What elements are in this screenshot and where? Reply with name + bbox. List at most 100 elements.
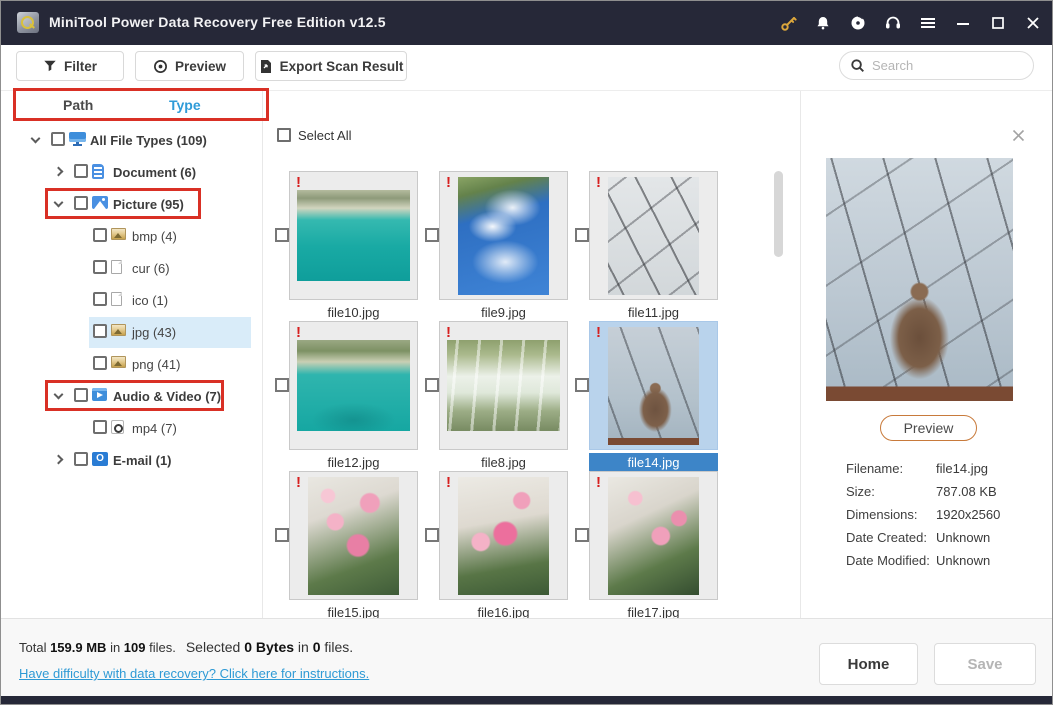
checkbox[interactable] xyxy=(275,228,289,242)
checkbox[interactable] xyxy=(275,528,289,542)
home-button[interactable]: Home xyxy=(819,643,918,685)
summary-selected-count: 0 xyxy=(313,639,321,655)
checkbox[interactable] xyxy=(74,388,88,402)
tree-item-label: cur (6) xyxy=(132,261,170,276)
checkbox[interactable] xyxy=(93,292,107,306)
summary-total-count: 109 xyxy=(124,640,146,655)
panel-close-icon[interactable] xyxy=(1012,129,1026,143)
tree-item-mp4[interactable]: mp4 (7) xyxy=(1,412,262,444)
thumbnail[interactable] xyxy=(447,340,560,431)
checkbox[interactable] xyxy=(425,228,439,242)
chevron-down-icon[interactable] xyxy=(54,390,64,400)
tree-item-all-file-types[interactable]: All File Types (109) xyxy=(1,124,262,156)
chevron-right-icon[interactable] xyxy=(54,167,64,177)
tree-item-label: Audio & Video (7) xyxy=(113,389,221,404)
funnel-icon xyxy=(43,59,57,73)
thumbnail[interactable] xyxy=(297,190,410,281)
close-icon[interactable] xyxy=(1024,14,1042,32)
maximize-icon[interactable] xyxy=(989,14,1007,32)
chevron-down-icon[interactable] xyxy=(54,198,64,208)
thumbnail[interactable] xyxy=(458,477,549,595)
tree-item-audio-video[interactable]: Audio & Video (7) xyxy=(1,380,262,412)
thumbnail[interactable] xyxy=(608,327,699,445)
tree-item-jpg[interactable]: jpg (43) xyxy=(1,316,262,348)
checkbox[interactable] xyxy=(74,452,88,466)
summary-selected-size: 0 Bytes xyxy=(244,639,294,655)
file-card[interactable]: ! file16.jpg xyxy=(439,471,568,618)
summary-segment: Total xyxy=(19,640,50,655)
disc-icon[interactable] xyxy=(849,14,867,32)
image-file-icon xyxy=(111,228,126,240)
alert-icon: ! xyxy=(446,174,451,191)
tree-item-png[interactable]: png (41) xyxy=(1,348,262,380)
file-card-selected[interactable]: ! file14.jpg xyxy=(589,321,718,481)
file-card[interactable]: ! file9.jpg xyxy=(439,171,568,331)
save-button[interactable]: Save xyxy=(934,643,1036,685)
checkbox[interactable] xyxy=(74,164,88,178)
checkbox[interactable] xyxy=(51,132,65,146)
chevron-down-icon[interactable] xyxy=(31,134,41,144)
select-all-checkbox[interactable] xyxy=(277,128,291,142)
thumbnail[interactable] xyxy=(458,177,549,295)
search-input[interactable] xyxy=(872,58,1012,73)
export-scan-result-button[interactable]: Export Scan Result xyxy=(255,51,407,81)
tree-item-label: bmp (4) xyxy=(132,229,177,244)
preview-button[interactable]: Preview xyxy=(135,51,244,81)
file-card[interactable]: ! file15.jpg xyxy=(289,471,418,618)
tree-item-document[interactable]: Document (6) xyxy=(1,156,262,188)
file-card[interactable]: ! file10.jpg xyxy=(289,171,418,331)
checkbox[interactable] xyxy=(93,324,107,338)
alert-icon: ! xyxy=(596,474,601,491)
file-card[interactable]: ! file12.jpg xyxy=(289,321,418,481)
tree-item-cur[interactable]: cur (6) xyxy=(1,252,262,284)
minimize-icon[interactable] xyxy=(954,14,972,32)
app-title: MiniTool Power Data Recovery Free Editio… xyxy=(49,14,386,30)
tree-item-email[interactable]: E-mail (1) xyxy=(1,444,262,476)
grid-scrollbar-thumb[interactable] xyxy=(774,171,783,257)
thumbnail[interactable] xyxy=(297,340,410,431)
video-icon xyxy=(92,388,107,401)
tree-item-label: ico (1) xyxy=(132,293,168,308)
tab-path[interactable]: Path xyxy=(63,97,93,113)
checkbox[interactable] xyxy=(74,196,88,210)
checkbox[interactable] xyxy=(93,260,107,274)
tab-type[interactable]: Type xyxy=(169,97,201,113)
checkbox[interactable] xyxy=(93,228,107,242)
chevron-right-icon[interactable] xyxy=(54,455,64,465)
detail-label: Dimensions: xyxy=(846,507,918,522)
checkbox[interactable] xyxy=(425,528,439,542)
file-grid: Select All ! file10.jpg ! file9.jpg ! fi… xyxy=(263,91,801,618)
checkbox[interactable] xyxy=(93,356,107,370)
bell-icon[interactable] xyxy=(814,14,832,32)
help-link[interactable]: Have difficulty with data recovery? Clic… xyxy=(19,666,369,681)
summary-text: Total 159.9 MB in 109 files.Selected 0 B… xyxy=(19,639,353,655)
headset-icon[interactable] xyxy=(884,14,902,32)
detail-row-date-created: Date Created: Unknown xyxy=(846,530,1046,550)
checkbox[interactable] xyxy=(425,378,439,392)
image-file-icon xyxy=(111,356,126,368)
tree-item-label: Picture (95) xyxy=(113,197,184,212)
file-name: file16.jpg xyxy=(439,605,568,618)
checkbox[interactable] xyxy=(93,420,107,434)
checkbox[interactable] xyxy=(575,528,589,542)
preview-pill-button[interactable]: Preview xyxy=(880,415,977,441)
checkbox[interactable] xyxy=(575,228,589,242)
thumbnail[interactable] xyxy=(608,177,699,295)
detail-row-dimensions: Dimensions: 1920x2560 xyxy=(846,507,1046,527)
file-card[interactable]: ! file17.jpg xyxy=(589,471,718,618)
menu-icon[interactable] xyxy=(919,14,937,32)
summary-segment: in xyxy=(294,639,313,655)
key-icon[interactable] xyxy=(779,14,797,32)
tree-item-picture[interactable]: Picture (95) xyxy=(1,188,262,220)
tree-item-ico[interactable]: ico (1) xyxy=(1,284,262,316)
file-card[interactable]: ! file11.jpg xyxy=(589,171,718,331)
checkbox[interactable] xyxy=(275,378,289,392)
tree-item-bmp[interactable]: bmp (4) xyxy=(1,220,262,252)
search-box[interactable] xyxy=(839,51,1034,80)
filter-button[interactable]: Filter xyxy=(16,51,124,81)
file-card[interactable]: ! file8.jpg xyxy=(439,321,568,481)
thumbnail[interactable] xyxy=(308,477,399,595)
checkbox[interactable] xyxy=(575,378,589,392)
detail-row-size: Size: 787.08 KB xyxy=(846,484,1046,504)
thumbnail[interactable] xyxy=(608,477,699,595)
